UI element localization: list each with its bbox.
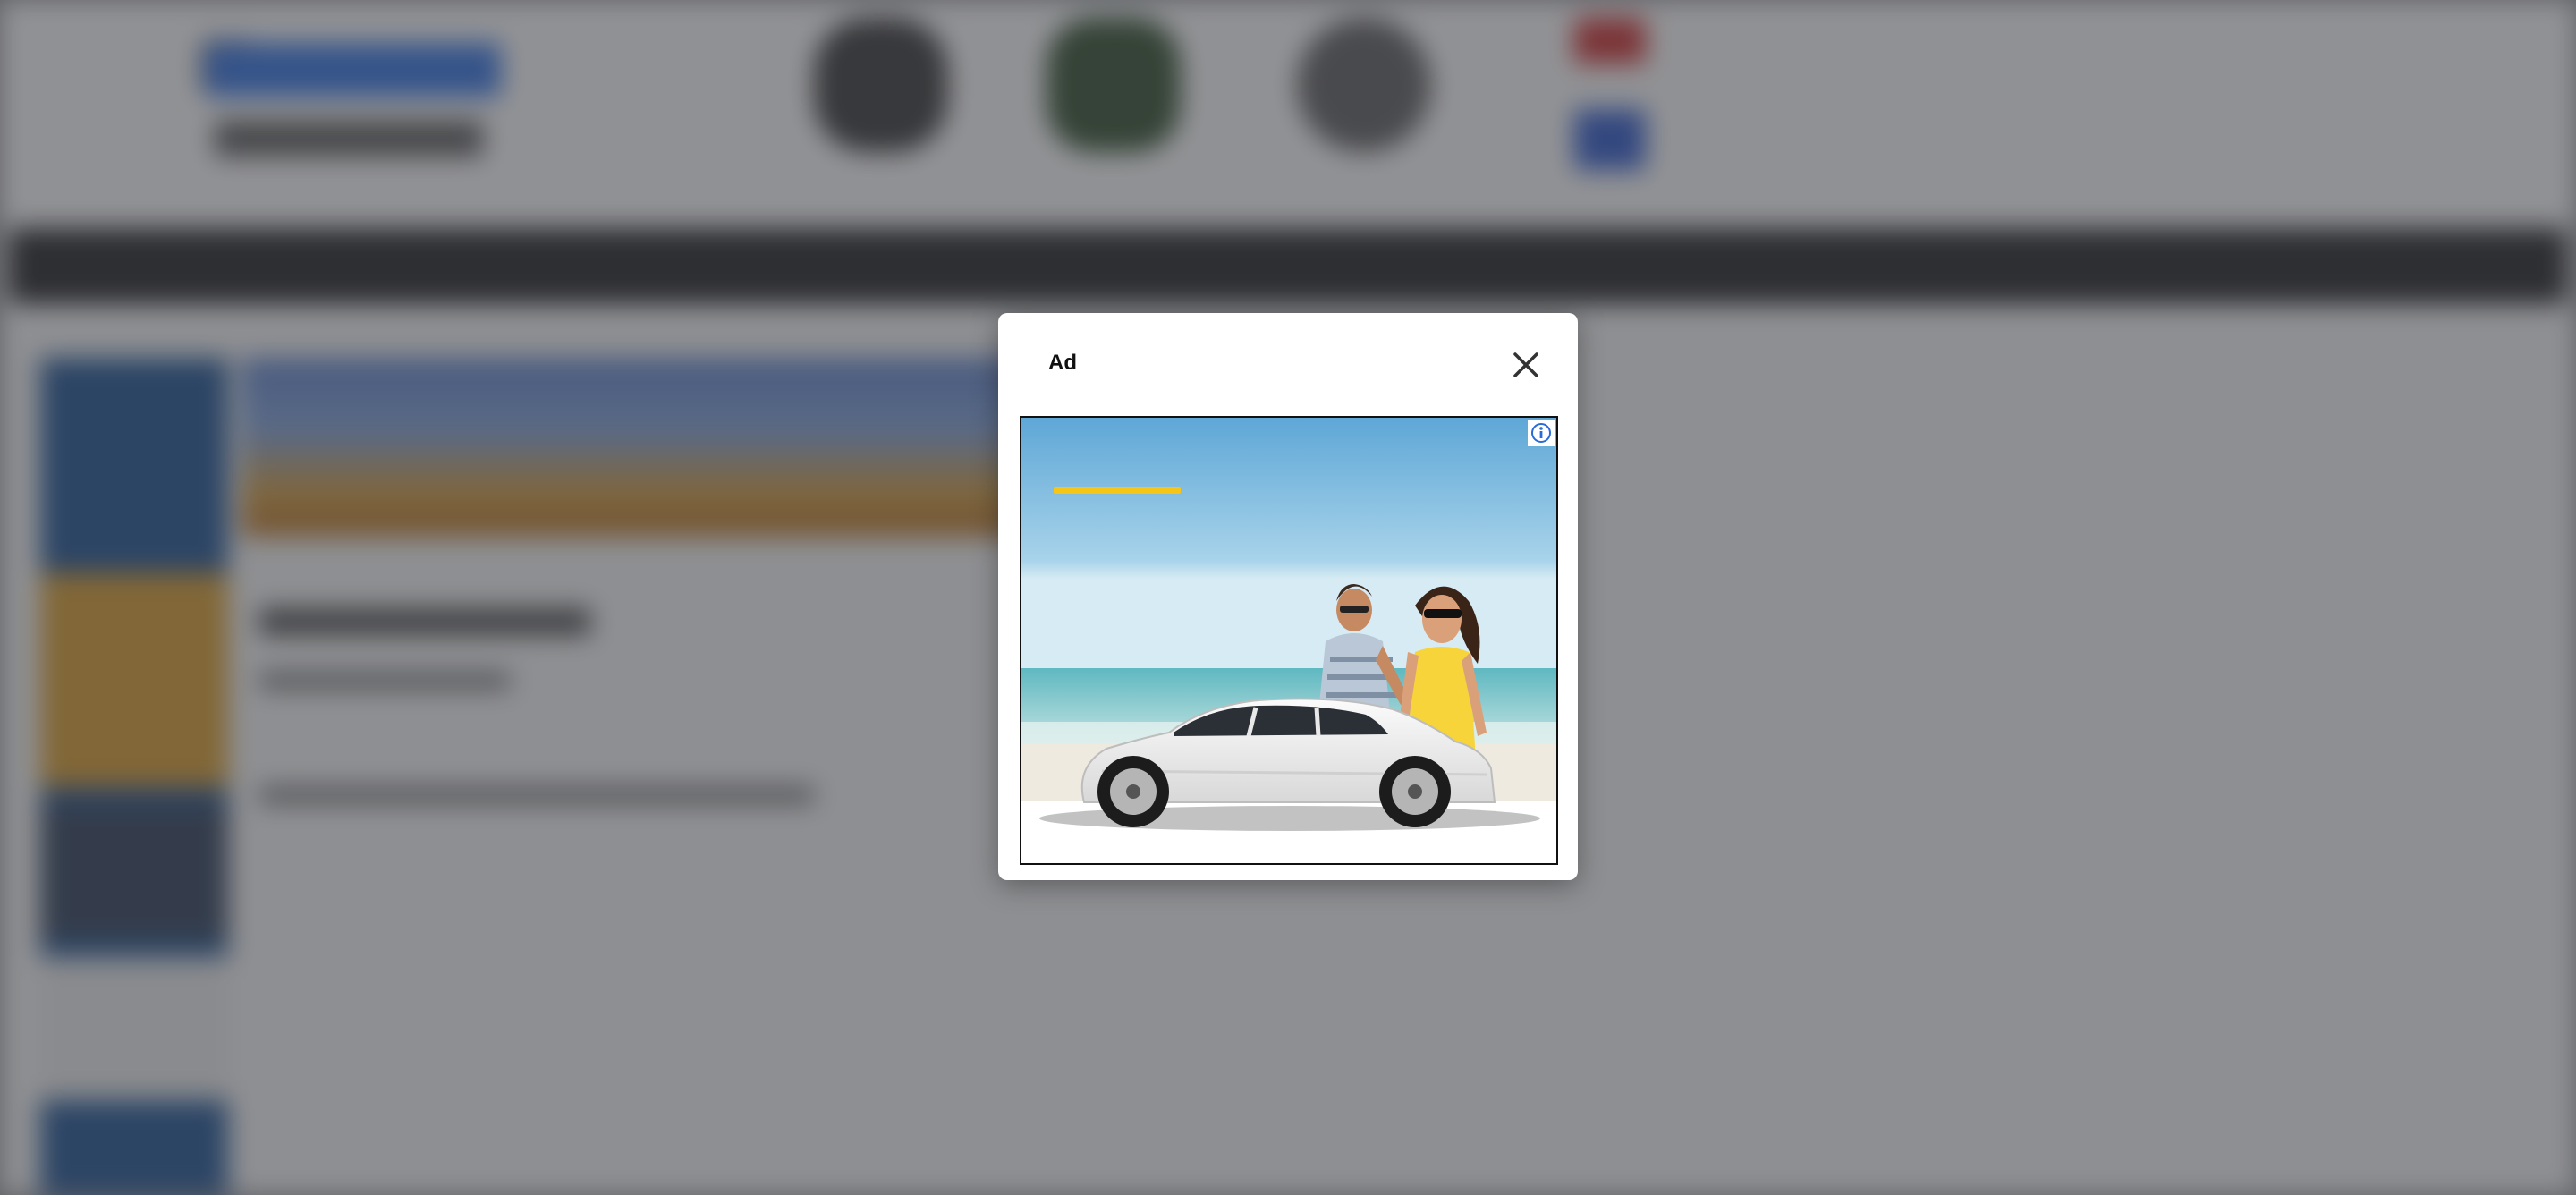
ad-creative[interactable] [1020, 416, 1558, 865]
ad-image[interactable] [1021, 418, 1556, 863]
ad-title: Ad [1048, 351, 1077, 375]
ad-modal: Ad [998, 313, 1578, 880]
info-icon[interactable] [1528, 420, 1555, 446]
close-icon[interactable] [1508, 347, 1544, 383]
ad-accent-bar [1054, 487, 1181, 494]
